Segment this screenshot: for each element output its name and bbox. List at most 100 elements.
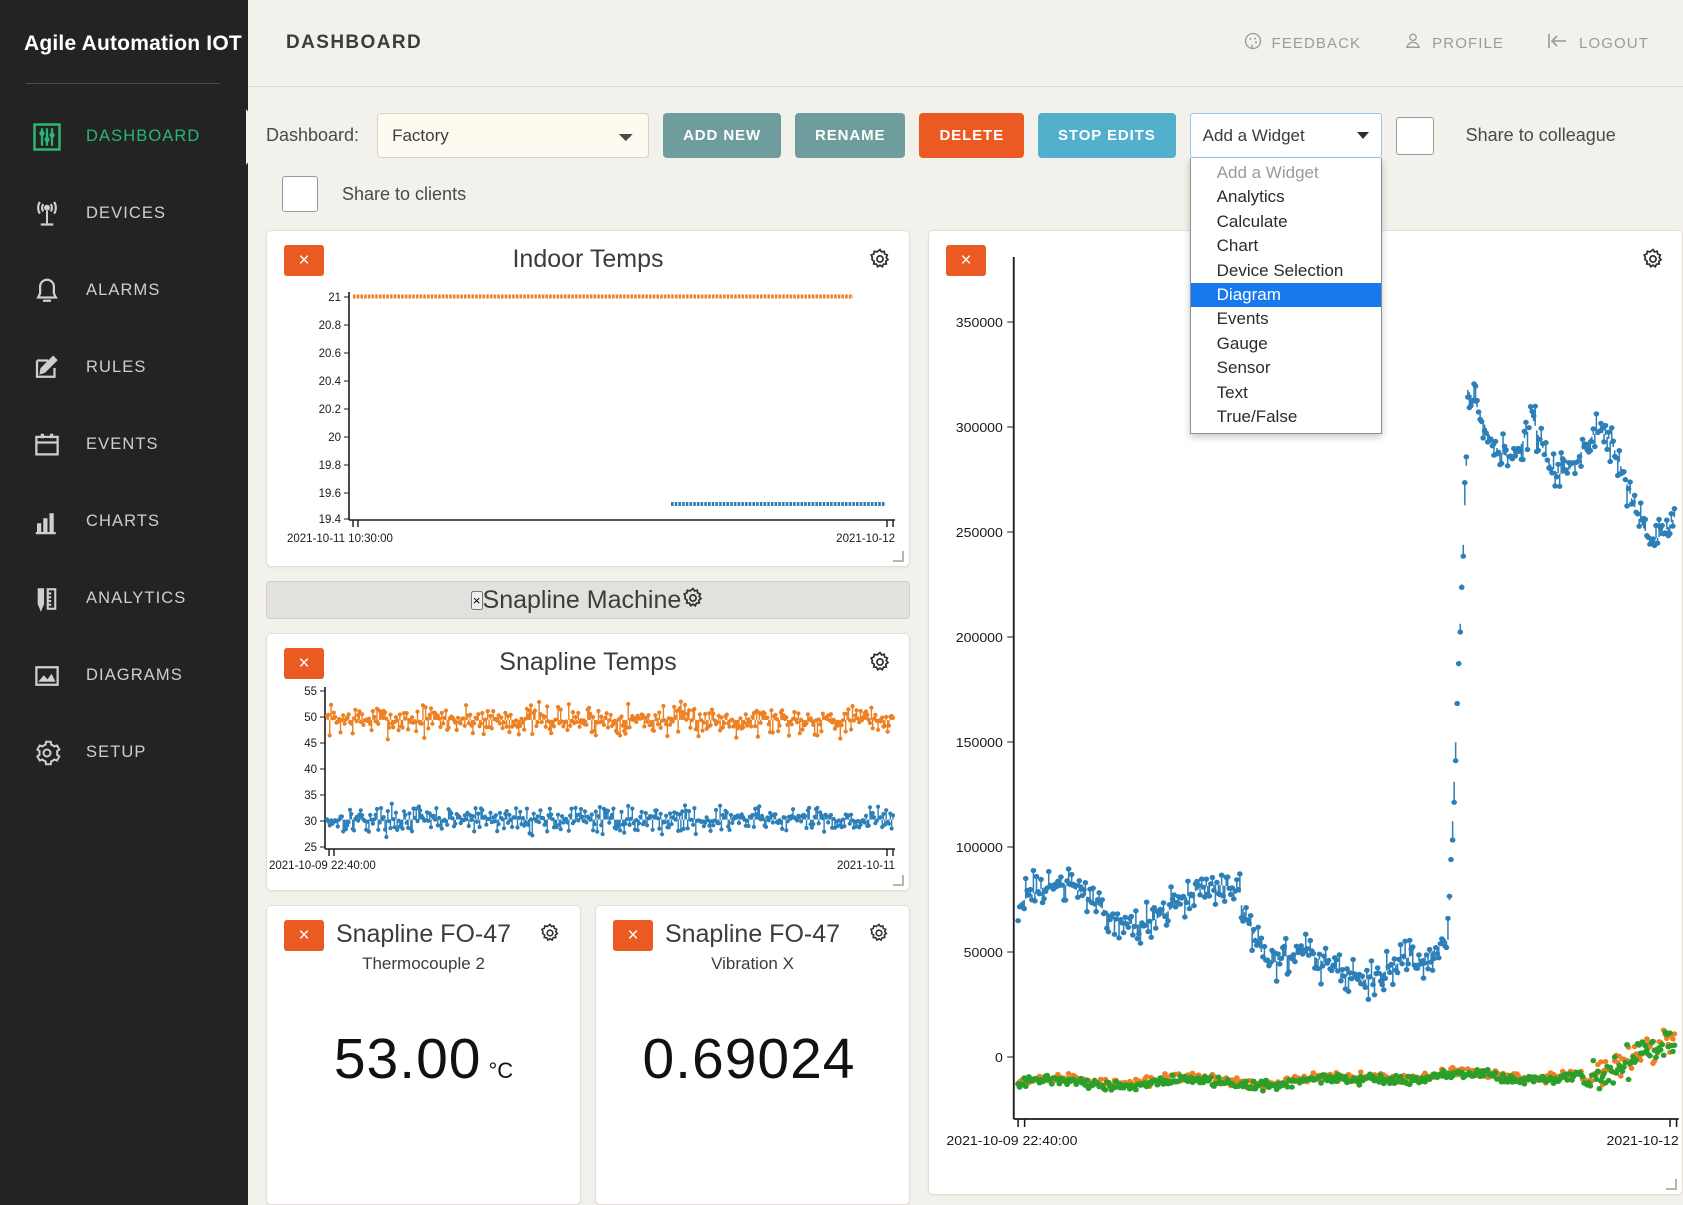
- feedback-link[interactable]: FEEDBACK: [1243, 31, 1362, 55]
- toolbar-primary-row: Dashboard: Factory ADD NEW RENAME DELETE…: [248, 113, 1683, 158]
- sidebar-item-label: DASHBOARD: [86, 127, 200, 146]
- svg-text:35: 35: [304, 790, 317, 802]
- gear-icon[interactable]: [868, 247, 892, 271]
- bar-chart-icon: [28, 503, 66, 541]
- sensor-value: 53.00: [334, 1027, 482, 1091]
- antenna-icon: [28, 195, 66, 233]
- svg-text:200000: 200000: [956, 631, 1004, 645]
- svg-text:25: 25: [304, 842, 317, 854]
- add-widget-dropdown-menu[interactable]: Add a Widget Analytics Calculate Chart D…: [1190, 158, 1382, 434]
- close-icon[interactable]: ×: [284, 648, 324, 679]
- resize-handle[interactable]: [893, 875, 904, 886]
- add-widget-select[interactable]: Add a Widget: [1190, 113, 1382, 158]
- sidebar-divider: [26, 83, 220, 84]
- sidebar-item-label: ALARMS: [86, 281, 160, 300]
- page-title: DASHBOARD: [286, 32, 422, 54]
- pencil-square-icon: [28, 349, 66, 387]
- logout-arrow-icon: [1546, 31, 1570, 55]
- sidebar-item-dashboard[interactable]: DASHBOARD: [0, 98, 248, 175]
- x-tick-right: 2021-10-12: [836, 533, 895, 545]
- sidebar-item-label: EVENTS: [86, 435, 159, 454]
- close-icon[interactable]: ×: [946, 245, 986, 276]
- sidebar-item-setup[interactable]: SETUP: [0, 714, 248, 791]
- indoor-temps-svg: 21 20.8 20.6 20.4 20.2 20 19.8 19.6 19.4: [267, 274, 909, 554]
- sidebar-item-events[interactable]: EVENTS: [0, 406, 248, 483]
- close-icon[interactable]: ×: [284, 245, 324, 276]
- add-new-button[interactable]: ADD NEW: [663, 113, 781, 158]
- svg-text:20.2: 20.2: [319, 404, 341, 416]
- gear-icon[interactable]: [1641, 247, 1665, 271]
- profile-link[interactable]: PROFILE: [1403, 31, 1504, 55]
- svg-text:19.8: 19.8: [319, 460, 341, 472]
- gear-icon[interactable]: [868, 922, 892, 946]
- sidebar-item-label: DEVICES: [86, 204, 166, 223]
- widget-option-events[interactable]: Events: [1191, 307, 1381, 331]
- gear-icon[interactable]: [681, 586, 705, 615]
- close-icon[interactable]: ×: [284, 920, 324, 951]
- toolbar-secondary-row: Share to clients: [248, 158, 1683, 212]
- widget-option-calculate[interactable]: Calculate: [1191, 210, 1381, 234]
- widget-option-device-selection[interactable]: Device Selection: [1191, 259, 1381, 283]
- svg-text:150000: 150000: [956, 736, 1004, 750]
- dashboard-canvas: × Indoor Temps 21 20.8: [248, 212, 1683, 1205]
- widget-option-analytics[interactable]: Analytics: [1191, 185, 1381, 209]
- svg-text:21: 21: [328, 292, 341, 304]
- svg-text:20.6: 20.6: [319, 348, 341, 360]
- widget-option-chart[interactable]: Chart: [1191, 234, 1381, 258]
- widget-group-snapline-machine: × Snapline Machine: [266, 581, 910, 619]
- sidebar-item-alarms[interactable]: ALARMS: [0, 252, 248, 329]
- stop-edits-button[interactable]: STOP EDITS: [1038, 113, 1176, 158]
- widget-option-text[interactable]: Text: [1191, 381, 1381, 405]
- close-icon[interactable]: ×: [471, 591, 483, 610]
- widget-option-sensor[interactable]: Sensor: [1191, 356, 1381, 380]
- sidebar: Agile Automation IOT DASHBOARD DEVICES: [0, 0, 248, 1205]
- close-icon[interactable]: ×: [613, 920, 653, 951]
- sidebar-item-label: CHARTS: [86, 512, 160, 531]
- widget-option-gauge[interactable]: Gauge: [1191, 332, 1381, 356]
- bell-icon: [28, 272, 66, 310]
- main-area: DASHBOARD FEEDBACK PROFILE: [248, 0, 1683, 1205]
- image-chart-icon: [28, 657, 66, 695]
- svg-text:19.4: 19.4: [319, 514, 342, 526]
- sidebar-item-diagrams[interactable]: DIAGRAMS: [0, 637, 248, 714]
- svg-text:50: 50: [304, 712, 317, 724]
- widget-option-add-a-widget[interactable]: Add a Widget: [1191, 161, 1381, 185]
- person-icon: [1403, 31, 1423, 55]
- sensor-subtitle: Vibration X: [596, 954, 909, 974]
- delete-button[interactable]: DELETE: [919, 113, 1024, 158]
- sidebar-item-analytics[interactable]: ANALYTICS: [0, 560, 248, 637]
- svg-text:350000: 350000: [956, 316, 1004, 330]
- svg-text:55: 55: [304, 686, 317, 698]
- dashboard-toolbar: Dashboard: Factory ADD NEW RENAME DELETE…: [248, 87, 1683, 212]
- resize-handle[interactable]: [1666, 1179, 1677, 1190]
- sidebar-item-charts[interactable]: CHARTS: [0, 483, 248, 560]
- rename-button[interactable]: RENAME: [795, 113, 905, 158]
- resize-handle[interactable]: [893, 551, 904, 562]
- calendar-icon: [28, 426, 66, 464]
- snapline-temps-svg: 55 50 45 40 35 30 25: [267, 677, 909, 873]
- sidebar-item-rules[interactable]: RULES: [0, 329, 248, 406]
- logout-label: LOGOUT: [1579, 35, 1649, 52]
- gear-icon[interactable]: [868, 650, 892, 674]
- share-clients-checkbox[interactable]: [282, 176, 318, 212]
- dashboard-select[interactable]: Factory: [377, 113, 649, 158]
- add-widget-selected-value: Add a Widget: [1203, 126, 1305, 146]
- svg-text:20.8: 20.8: [319, 320, 341, 332]
- sensor-subtitle: Thermocouple 2: [267, 954, 580, 974]
- chevron-down-icon: [1357, 132, 1369, 139]
- sidebar-item-devices[interactable]: DEVICES: [0, 175, 248, 252]
- widget-title: Indoor Temps: [267, 231, 909, 274]
- share-clients-label: Share to clients: [342, 184, 466, 205]
- topbar-actions: FEEDBACK PROFILE LOGOUT: [1243, 31, 1650, 55]
- x-tick-right: 2021-10-11: [837, 860, 895, 872]
- sensor-card-row: × Snapline FO-47 Thermocouple 2 53.00°C …: [266, 905, 910, 1205]
- logout-link[interactable]: LOGOUT: [1546, 31, 1649, 55]
- gear-icon[interactable]: [539, 922, 563, 946]
- gear-icon: [28, 734, 66, 772]
- widget-option-true-false[interactable]: True/False: [1191, 405, 1381, 429]
- sidebar-item-label: SETUP: [86, 743, 147, 762]
- brand-title: Agile Automation IOT: [0, 0, 248, 56]
- widget-option-diagram[interactable]: Diagram: [1191, 283, 1381, 307]
- share-colleague-label: Share to colleague: [1466, 125, 1616, 146]
- share-colleague-checkbox[interactable]: [1396, 117, 1434, 155]
